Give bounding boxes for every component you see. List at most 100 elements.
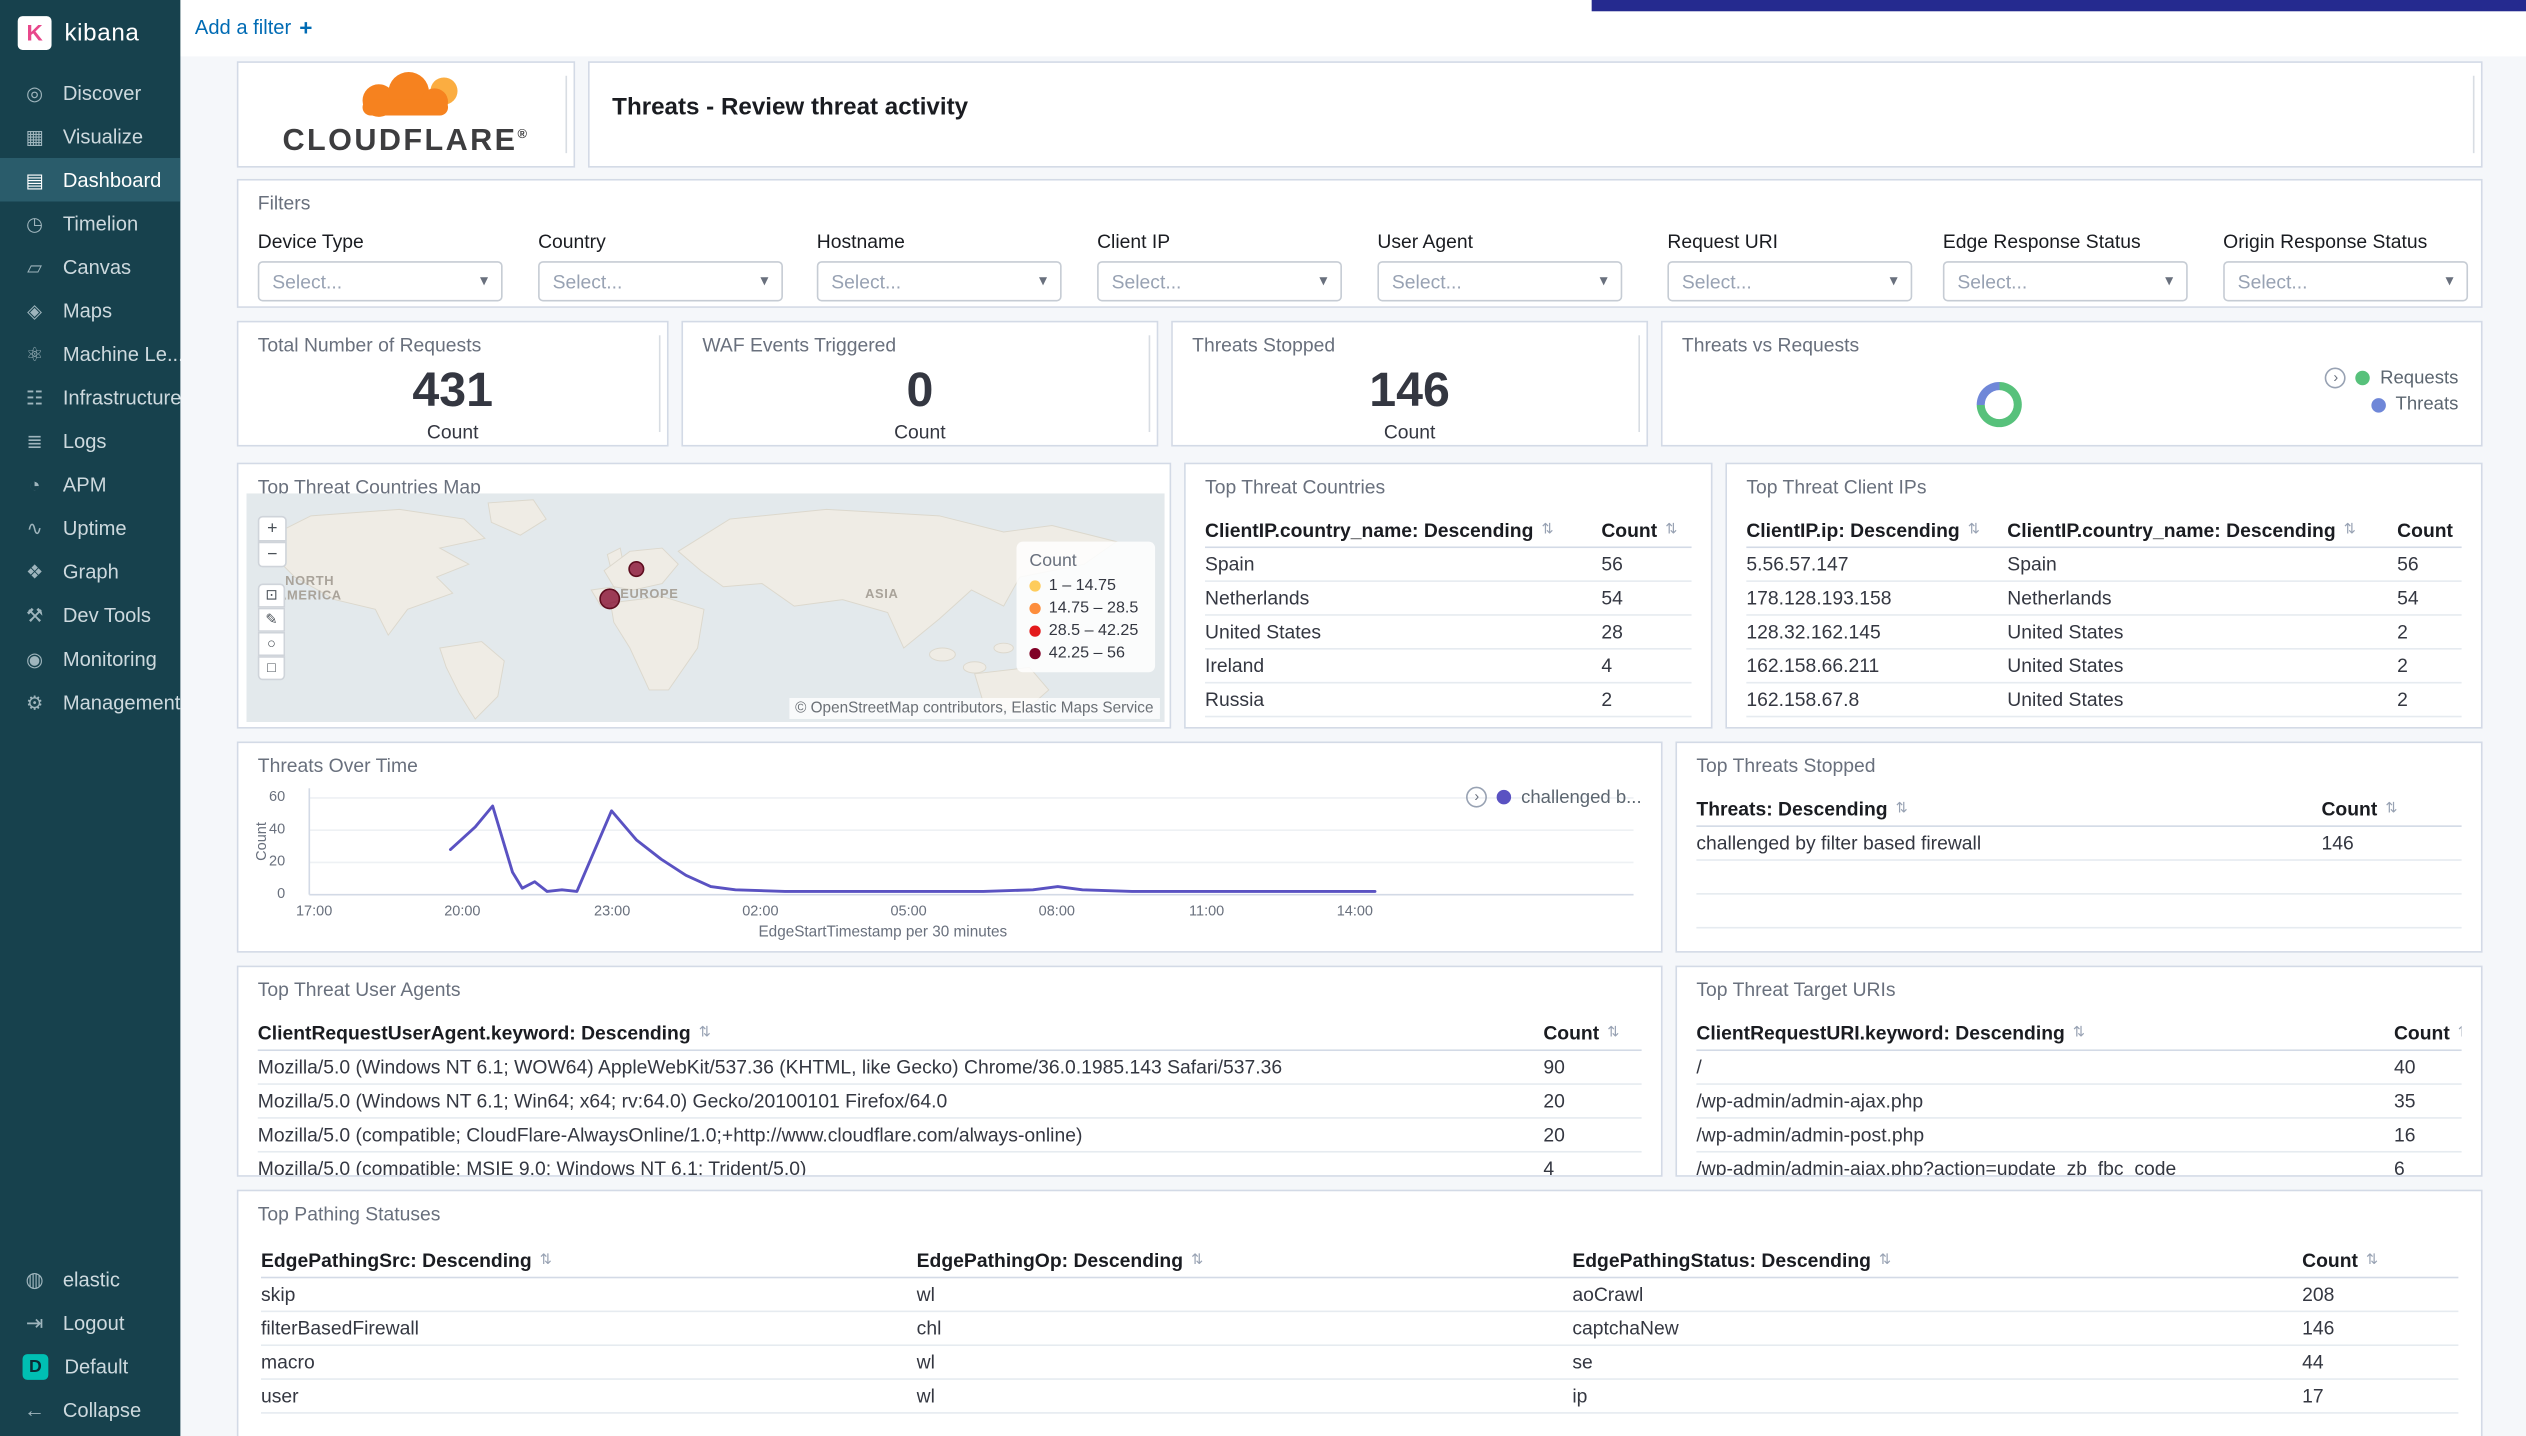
legend-toggle-icon[interactable]: › [2325,367,2347,389]
sidebar-item-management[interactable]: ⚙ Management [0,680,180,724]
donut-hole [1984,390,2014,420]
request-uri-select[interactable]: Select... ▾ [1667,261,1913,302]
sidebar-item-elastic[interactable]: ◍ elastic [0,1257,180,1301]
legend-item: 42.25 – 56 [1029,645,1142,663]
sort-icon: ⇅ [2385,799,2398,816]
sidebar-item-uptime[interactable]: ∿ Uptime [0,506,180,550]
sidebar: K kibana ◎ Discover ▦ Visualize ▤ Dashbo… [0,0,184,1436]
cloudflare-logo-panel: CLOUDFLARE® [236,61,576,168]
y-axis-tick: 60 [269,788,286,805]
sort-icon: ⇅ [2072,1023,2086,1040]
table-header: ClientRequestUserAgent.keyword: Descendi… [257,1016,1642,1052]
column-header[interactable]: Count⇅ [2397,518,2461,541]
column-header[interactable]: Threats: Descending ⇅ [1696,797,2321,820]
column-header[interactable]: Count⇅ [1543,1021,1641,1044]
sidebar-item-monitoring[interactable]: ◉ Monitoring [0,637,180,681]
column-header[interactable]: EdgePathingSrc: Descending ⇅ [261,1248,917,1271]
column-header[interactable]: ClientIP.ip: Descending ⇅ [1746,518,2007,541]
sort-icon: ⇅ [1665,520,1678,537]
map-zoom-controls: + − [257,515,287,568]
panel-scrollbar[interactable] [565,75,568,154]
logout-button[interactable]: ⇥ Logout [0,1301,180,1345]
kibana-wordmark: kibana [64,18,140,46]
top-threats-stopped-panel: Top Threats Stopped Threats: Descending ⇅… [1675,741,2483,953]
sidebar-item-discover[interactable]: ◎ Discover [0,71,180,115]
column-header[interactable]: EdgePathingOp: Descending ⇅ [917,1248,1573,1271]
metric-total-requests-panel: Total Number of Requests 431 Count [236,320,669,447]
dashboard-icon: ▤ [25,168,44,192]
sidebar-item-visualize[interactable]: ▦ Visualize [0,114,180,158]
sidebar-item-dev-tools[interactable]: ⚒ Dev Tools [0,593,180,637]
dashboard-content: CLOUDFLARE® Threats - Review threat acti… [180,56,2526,1436]
sort-icon: ⇅ [2366,1250,2379,1268]
sort-icon: ⇅ [1191,1250,1204,1268]
top-threat-countries-panel: Top Threat Countries ClientIP.country_na… [1184,462,1713,729]
client-ip-select[interactable]: Select... ▾ [1097,261,1342,302]
table-row: United States 28 [1205,616,1692,650]
sidebar-item-timelion[interactable]: ◷ Timelion [0,202,180,246]
origin-response-status-select[interactable]: Select... ▾ [2223,261,2469,302]
panel-scrollbar[interactable] [2472,75,2475,154]
sidebar-item-logs[interactable]: ≣ Logs [0,419,180,463]
chevron-down-icon: ▾ [1039,272,1048,291]
chevron-down-icon: ▾ [1319,272,1328,291]
filter-client-ip: Client IP Select... ▾ [1097,231,1342,302]
column-header[interactable]: EdgePathingStatus: Descending ⇅ [1572,1248,2302,1271]
column-header[interactable]: Count⇅ [2394,1021,2462,1044]
map-viewport[interactable]: NORTH AMERICA EUROPE ASIA + − ⊡ ✎ ○ □ Co [246,493,1165,723]
zoom-in-button[interactable]: + [257,515,287,542]
x-axis-tick: 02:00 [742,902,779,919]
sidebar-item-dashboard[interactable]: ▤ Dashboard [0,157,181,202]
map-label-north-america: NORTH [285,573,335,589]
sidebar-item-graph[interactable]: ❖ Graph [0,550,180,594]
x-axis-tick: 14:00 [1336,902,1373,919]
sidebar-item-machine-learning[interactable]: ⚛ Machine Le... [0,332,184,376]
logs-icon: ≣ [26,429,43,453]
hostname-select[interactable]: Select... ▾ [816,261,1062,302]
column-header[interactable]: ClientIP.country_name: Descending ⇅ [1205,518,1601,541]
threats-over-time-panel: Threats Over Time 60 40 20 0 17:00 20:00… [236,741,1663,953]
country-select[interactable]: Select... ▾ [538,261,783,302]
column-header[interactable]: ClientIP.country_name: Descending ⇅ [2007,518,2397,541]
threats-vs-requests-donut[interactable] [1976,382,2022,428]
column-header[interactable]: Count⇅ [2302,1248,2458,1271]
draw-rect-button[interactable]: □ [257,656,286,681]
legend-dot [1496,789,1512,805]
kibana-logo[interactable]: K kibana [0,0,180,64]
map-label-north-america: AMERICA [277,588,342,603]
chart-legend: › challenged b... [1466,786,1642,808]
edge-response-status-select[interactable]: Select... ▾ [1942,261,2188,302]
legend-toggle-icon[interactable]: › [1466,786,1488,808]
space-default[interactable]: D Default [0,1344,180,1388]
sort-icon: ⇅ [2461,521,2462,539]
table-body: Spain 56 Netherlands 54 United States 28… [1205,548,1692,718]
map-tool-controls: ⊡ ✎ ○ □ [257,583,286,681]
column-header[interactable]: Count⇅ [2321,797,2461,820]
panel-scrollbar[interactable] [1148,335,1151,433]
draw-circle-button[interactable]: ○ [257,631,286,657]
map-legend: Count 1 – 14.75 14.75 – 28.5 28.5 – 42.2… [1016,541,1156,673]
sidebar-item-infrastructure[interactable]: ☷ Infrastructure [0,376,182,420]
sidebar-item-canvas[interactable]: ▱ Canvas [0,245,180,289]
panel-scrollbar[interactable] [1638,335,1640,433]
table-row: /wp-admin/admin-post.php 16 [1696,1119,2462,1153]
column-header[interactable]: ClientRequestURI.keyword: Descending ⇅ [1696,1021,2394,1044]
sidebar-item-apm[interactable]: ◔ APM [0,463,180,507]
map-attribution[interactable]: © OpenStreetMap contributors, Elastic Ma… [788,697,1160,719]
metric-waf-events-panel: WAF Events Triggered 0 Count [681,320,1159,447]
draw-filter-button[interactable]: ✎ [257,607,286,632]
zoom-out-button[interactable]: − [257,541,287,568]
map-marker-netherlands[interactable] [628,560,645,578]
device-type-select[interactable]: Select... ▾ [257,261,503,302]
fit-bounds-button[interactable]: ⊡ [257,583,286,608]
user-agent-select[interactable]: Select... ▾ [1377,261,1623,302]
column-header[interactable]: Count⇅ [1601,518,1691,541]
map-marker-spain[interactable] [599,588,621,610]
panel-scrollbar[interactable] [658,335,661,433]
collapse-button[interactable]: ← Collapse [0,1388,180,1432]
table-body: / 40 /wp-admin/admin-ajax.php 35 /wp-adm… [1696,1051,2462,1175]
sort-icon: ⇅ [1541,520,1554,537]
add-filter-button[interactable]: Add a filter + [195,16,313,39]
column-header[interactable]: ClientRequestUserAgent.keyword: Descendi… [258,1021,1544,1044]
sidebar-item-maps[interactable]: ◈ Maps [0,289,180,333]
